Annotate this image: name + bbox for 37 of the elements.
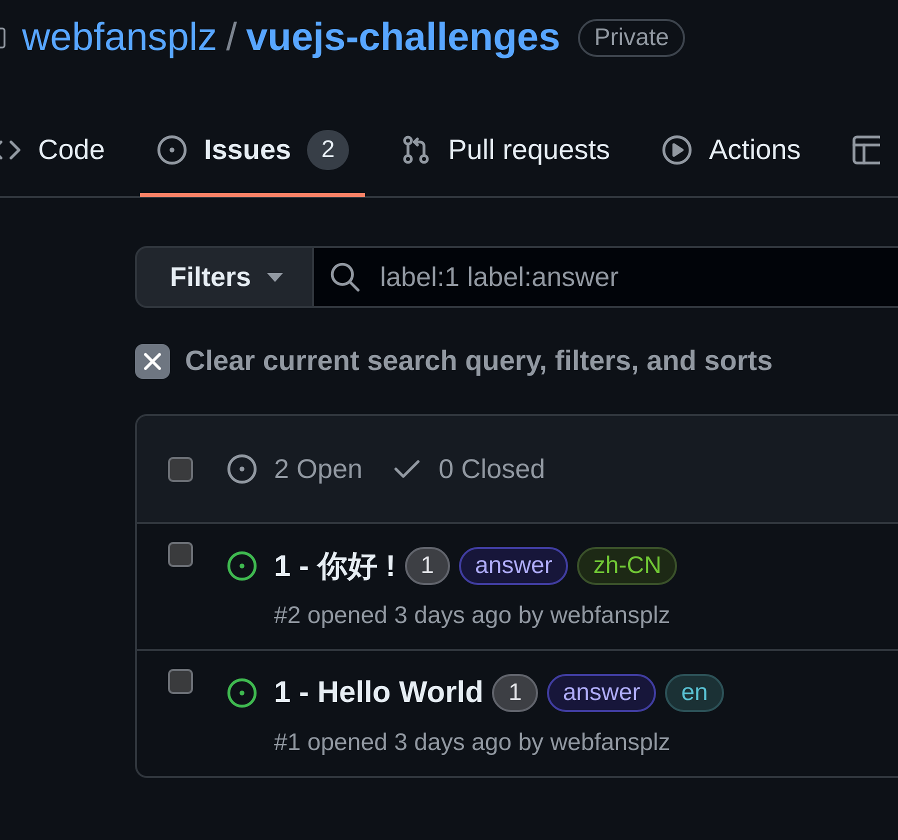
clear-filters-link[interactable]: Clear current search query, filters, and sorts (135, 343, 773, 379)
repo-name-link[interactable]: vuejs-challenges (246, 16, 560, 60)
visibility-badge: Private (578, 19, 685, 57)
nav-tab[interactable]: Issues 2 (140, 100, 366, 197)
checkbox[interactable] (168, 669, 193, 694)
path-separator: / (226, 16, 237, 60)
issue-meta: #1 opened 3 days ago by webfansplz (274, 728, 672, 758)
nav-tab[interactable]: Code (0, 100, 121, 197)
checkbox[interactable] (168, 456, 193, 482)
issue-icon (226, 677, 258, 709)
nav-tab[interactable]: Pull requests (384, 100, 626, 197)
close-icon (135, 344, 170, 378)
search-icon (330, 262, 360, 292)
issue-icon (226, 453, 258, 485)
play-icon (660, 134, 693, 166)
issue-title-link[interactable]: 1 - 你好 ! (274, 546, 396, 586)
owner-link[interactable]: webfansplz (22, 16, 218, 60)
issue-label[interactable]: en (665, 674, 724, 712)
nav-tab[interactable]: Actions (644, 100, 817, 197)
filters-button[interactable]: Filters (135, 246, 314, 308)
issue-title-link[interactable]: 1 - Hello World (274, 676, 484, 710)
caret-icon (267, 272, 284, 282)
book-icon (0, 27, 6, 49)
issue-meta: #2 opened 3 days ago by webfansplz (274, 601, 672, 631)
issue-label[interactable]: 1 (492, 674, 538, 712)
issue-icon (156, 134, 188, 166)
open-issues-link[interactable]: 2 Open (226, 453, 363, 485)
issue-label[interactable]: 1 (404, 547, 450, 585)
search-field[interactable]: label:1 label:answer (314, 246, 898, 308)
issue-icon (226, 550, 258, 582)
issue-count-badge: 2 (307, 130, 350, 170)
table-icon (852, 134, 880, 166)
issue-label[interactable]: answer (459, 547, 568, 585)
issue-label[interactable]: answer (546, 674, 656, 712)
checkbox[interactable] (168, 542, 193, 567)
issue-label[interactable]: zh-CN (577, 547, 678, 585)
closed-issues-link[interactable]: 0 Closed (394, 454, 546, 484)
